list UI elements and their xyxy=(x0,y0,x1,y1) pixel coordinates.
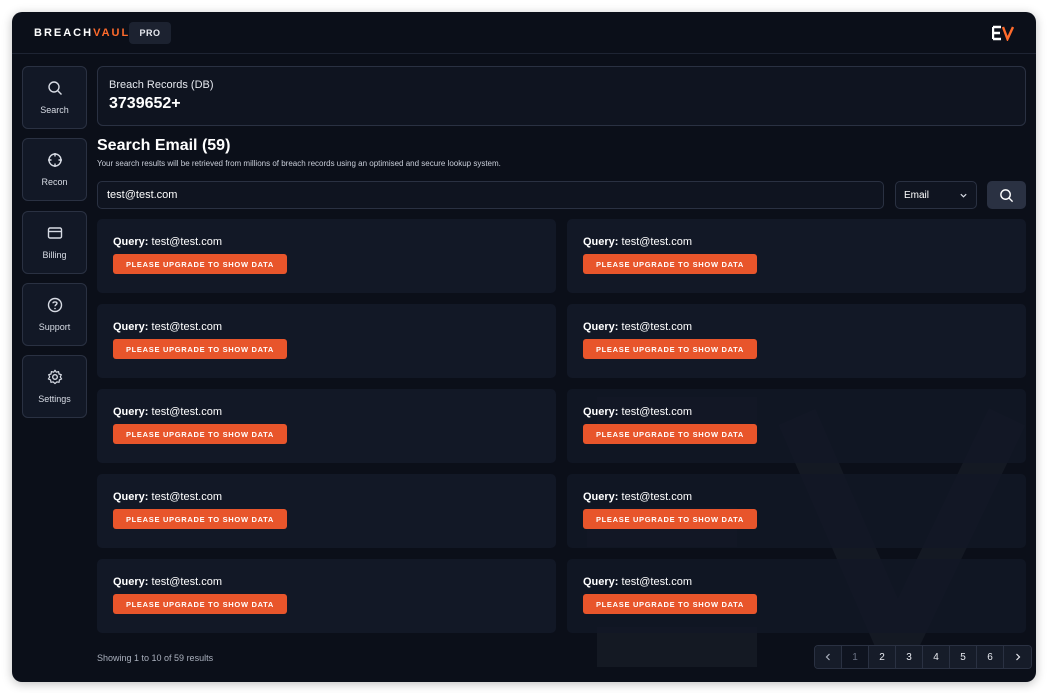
query-value: test@test.com xyxy=(151,236,222,248)
result-query: Query: test@test.com xyxy=(583,321,1010,333)
search-type-value: Email xyxy=(904,189,930,201)
upgrade-button[interactable]: PLEASE UPGRADE TO SHOW DATA xyxy=(113,509,287,529)
search-type-select[interactable]: Email xyxy=(895,181,977,209)
sidebar-item-search[interactable]: Search xyxy=(22,66,87,129)
records-count: 3739652+ xyxy=(109,95,181,112)
sidebar-item-label: Search xyxy=(40,105,69,115)
sidebar-item-support[interactable]: Support xyxy=(22,283,87,346)
query-label: Query: xyxy=(583,236,619,248)
upgrade-button[interactable]: PLEASE UPGRADE TO SHOW DATA xyxy=(583,339,757,359)
result-query: Query: test@test.com xyxy=(113,576,540,588)
query-value: test@test.com xyxy=(621,491,692,503)
query-label: Query: xyxy=(113,321,149,333)
upgrade-button[interactable]: PLEASE UPGRADE TO SHOW DATA xyxy=(583,424,757,444)
upgrade-button[interactable]: PLEASE UPGRADE TO SHOW DATA xyxy=(113,594,287,614)
page-button-3[interactable]: 3 xyxy=(896,646,923,668)
prev-page-button[interactable] xyxy=(815,646,842,668)
page-button-6[interactable]: 6 xyxy=(977,646,1004,668)
result-card: Query: test@test.com PLEASE UPGRADE TO S… xyxy=(567,559,1026,633)
records-label: Breach Records (DB) xyxy=(109,79,214,91)
chevron-right-icon xyxy=(1015,653,1020,661)
sidebar-item-label: Settings xyxy=(38,394,71,404)
sidebar-item-label: Support xyxy=(38,322,71,332)
upgrade-button[interactable]: PLEASE UPGRADE TO SHOW DATA xyxy=(583,509,757,529)
credit-card-icon xyxy=(47,227,62,239)
crosshair-icon xyxy=(47,153,62,167)
result-query: Query: test@test.com xyxy=(583,491,1010,503)
query-label: Query: xyxy=(583,406,619,418)
plan-badge: PRO xyxy=(129,22,171,44)
result-card: Query: test@test.com PLEASE UPGRADE TO S… xyxy=(97,304,556,378)
top-bar: BREACHVAULT PRO xyxy=(12,12,1036,54)
page-title: Search Email (59) xyxy=(97,137,231,154)
result-card: Query: test@test.com PLEASE UPGRADE TO S… xyxy=(97,474,556,548)
search-icon xyxy=(1000,188,1014,202)
sidebar-item-label: Billing xyxy=(42,250,67,260)
results-count-text: Showing 1 to 10 of 59 results xyxy=(97,653,214,663)
help-circle-icon xyxy=(47,297,62,313)
chevron-left-icon xyxy=(825,653,830,661)
result-query: Query: test@test.com xyxy=(113,321,540,333)
upgrade-button[interactable]: PLEASE UPGRADE TO SHOW DATA xyxy=(583,254,757,274)
sidebar-item-billing[interactable]: Billing xyxy=(22,211,87,274)
result-query: Query: test@test.com xyxy=(113,491,540,503)
chevron-down-icon xyxy=(960,193,967,198)
upgrade-button[interactable]: PLEASE UPGRADE TO SHOW DATA xyxy=(113,424,287,444)
result-card: Query: test@test.com PLEASE UPGRADE TO S… xyxy=(97,559,556,633)
query-label: Query: xyxy=(583,576,619,588)
result-query: Query: test@test.com xyxy=(583,576,1010,588)
ev-logo-icon[interactable] xyxy=(992,25,1014,41)
result-query: Query: test@test.com xyxy=(113,236,540,248)
query-value: test@test.com xyxy=(151,491,222,503)
query-label: Query: xyxy=(113,236,149,248)
breach-records-panel: Breach Records (DB) 3739652+ xyxy=(97,66,1026,126)
query-label: Query: xyxy=(583,321,619,333)
query-value: test@test.com xyxy=(151,576,222,588)
query-value: test@test.com xyxy=(621,406,692,418)
query-value: test@test.com xyxy=(621,576,692,588)
upgrade-button[interactable]: PLEASE UPGRADE TO SHOW DATA xyxy=(583,594,757,614)
next-page-button[interactable] xyxy=(1004,646,1031,668)
query-label: Query: xyxy=(113,491,149,503)
search-icon xyxy=(47,81,62,95)
search-button[interactable] xyxy=(987,181,1026,209)
result-card: Query: test@test.com PLEASE UPGRADE TO S… xyxy=(567,304,1026,378)
query-value: test@test.com xyxy=(621,321,692,333)
result-card: Query: test@test.com PLEASE UPGRADE TO S… xyxy=(97,219,556,293)
result-card: Query: test@test.com PLEASE UPGRADE TO S… xyxy=(567,474,1026,548)
result-card: Query: test@test.com PLEASE UPGRADE TO S… xyxy=(97,389,556,463)
upgrade-button[interactable]: PLEASE UPGRADE TO SHOW DATA xyxy=(113,339,287,359)
result-query: Query: test@test.com xyxy=(583,236,1010,248)
result-query: Query: test@test.com xyxy=(113,406,540,418)
query-label: Query: xyxy=(113,576,149,588)
query-label: Query: xyxy=(583,491,619,503)
sidebar-item-settings[interactable]: Settings xyxy=(22,355,87,418)
query-label: Query: xyxy=(113,406,149,418)
upgrade-button[interactable]: PLEASE UPGRADE TO SHOW DATA xyxy=(113,254,287,274)
search-input[interactable] xyxy=(97,181,884,209)
gear-icon xyxy=(47,369,62,385)
pagination: 1 2 3 4 5 6 xyxy=(814,645,1032,669)
result-query: Query: test@test.com xyxy=(583,406,1010,418)
page-subtitle: Your search results will be retrieved fr… xyxy=(97,159,501,168)
page-button-5[interactable]: 5 xyxy=(950,646,977,668)
page-button-4[interactable]: 4 xyxy=(923,646,950,668)
page-button-2[interactable]: 2 xyxy=(869,646,896,668)
logo-main: BREACH xyxy=(34,27,94,39)
query-value: test@test.com xyxy=(151,406,222,418)
page-button-1[interactable]: 1 xyxy=(842,646,869,668)
app-window: BREACHVAULT PRO Search Recon Billing Sup… xyxy=(12,12,1036,682)
sidebar-item-recon[interactable]: Recon xyxy=(22,138,87,201)
result-card: Query: test@test.com PLEASE UPGRADE TO S… xyxy=(567,389,1026,463)
query-value: test@test.com xyxy=(621,236,692,248)
sidebar-item-label: Recon xyxy=(41,177,68,187)
query-value: test@test.com xyxy=(151,321,222,333)
app-logo[interactable]: BREACHVAULT xyxy=(34,27,138,39)
result-card: Query: test@test.com PLEASE UPGRADE TO S… xyxy=(567,219,1026,293)
